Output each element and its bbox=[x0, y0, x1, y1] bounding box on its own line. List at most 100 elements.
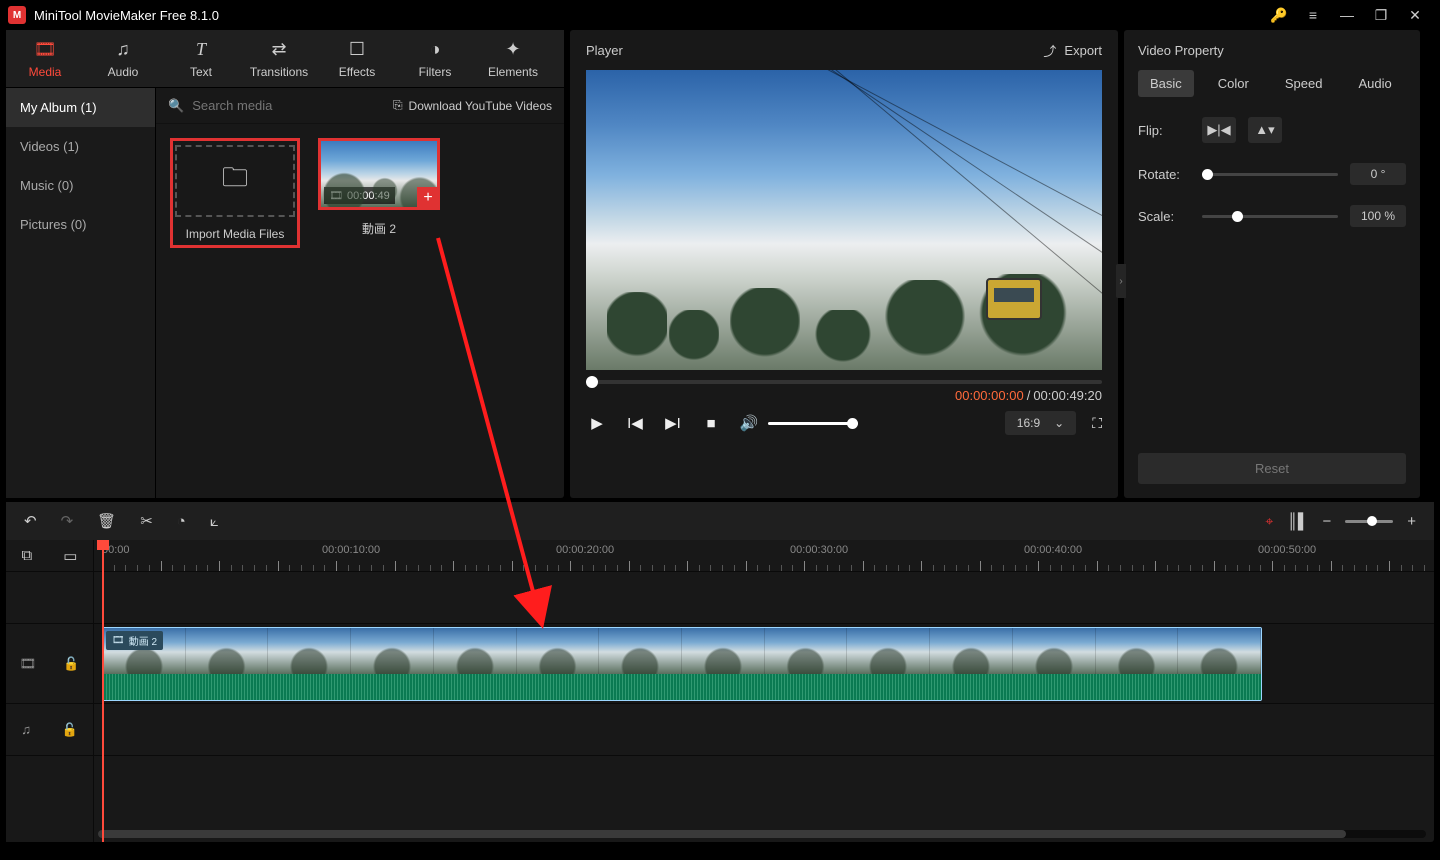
sidebar-item-videos[interactable]: Videos (1) bbox=[6, 127, 155, 166]
preview-viewport[interactable] bbox=[586, 70, 1102, 370]
zoom-in-button[interactable]: + bbox=[1407, 513, 1416, 530]
undo-button[interactable]: ↶ bbox=[24, 512, 37, 530]
properties-header: Video Property bbox=[1124, 30, 1420, 70]
stop-button[interactable]: ■ bbox=[700, 415, 722, 432]
tab-filters[interactable]: ◑ Filters bbox=[396, 30, 474, 87]
play-button[interactable]: ▶ bbox=[586, 414, 608, 432]
download-youtube-link[interactable]: ⎘ Download YouTube Videos bbox=[393, 98, 552, 113]
tab-transitions[interactable]: ⇄ Transitions bbox=[240, 30, 318, 87]
titlebar: M MiniTool MovieMaker Free 8.1.0 🔑 ≡ — ❐… bbox=[0, 0, 1440, 30]
effects-icon: ☐ bbox=[349, 39, 365, 61]
tab-filters-label: Filters bbox=[419, 65, 452, 79]
scale-slider[interactable] bbox=[1202, 215, 1338, 218]
prop-tab-color[interactable]: Color bbox=[1206, 70, 1261, 97]
track-headers: ⧉ ▭ 🎞 🔓 ♫ 🔓 bbox=[6, 540, 94, 842]
music-icon: ♫ bbox=[116, 39, 130, 61]
album-sidebar: My Album (1) Videos (1) Music (0) Pictur… bbox=[6, 88, 156, 498]
tab-transitions-label: Transitions bbox=[250, 65, 308, 79]
tab-media[interactable]: 🎞Media bbox=[6, 30, 84, 87]
prop-tab-audio[interactable]: Audio bbox=[1346, 70, 1403, 97]
tab-effects[interactable]: ☐ Effects bbox=[318, 30, 396, 87]
export-icon: ⤴ bbox=[1043, 41, 1056, 60]
tab-media-label: Media bbox=[29, 65, 62, 79]
redo-button[interactable]: ↷ bbox=[61, 512, 74, 530]
prev-frame-button[interactable]: I◀ bbox=[624, 414, 646, 432]
maximize-button[interactable]: ❐ bbox=[1364, 0, 1398, 30]
prop-tab-speed[interactable]: Speed bbox=[1273, 70, 1335, 97]
filters-icon: ◑ bbox=[430, 39, 441, 61]
crop-button[interactable]: ⟀ bbox=[210, 513, 219, 530]
zoom-out-button[interactable]: − bbox=[1322, 513, 1331, 530]
timeline-toolbar: ↶ ↷ 🗑 ✂ ◔ ⟀ ⌖ ║▌ − + bbox=[6, 502, 1434, 540]
current-time: 00:00:00:00 bbox=[955, 388, 1024, 403]
audio-waveform bbox=[103, 674, 1261, 700]
track-manager-button[interactable]: ▭ bbox=[63, 547, 77, 565]
snap-toggle[interactable]: ⌖ bbox=[1265, 513, 1273, 530]
next-frame-button[interactable]: ▶I bbox=[662, 414, 684, 432]
flip-horizontal-button[interactable]: ▶|◀ bbox=[1202, 117, 1236, 143]
add-track-button[interactable]: ⧉ bbox=[22, 547, 33, 564]
rotate-slider[interactable] bbox=[1202, 173, 1338, 176]
player-controls: ▶ I◀ ▶I ■ 🔊 16:9 ⌄ ⛶ bbox=[570, 403, 1118, 447]
flip-vertical-button[interactable]: ▲▾ bbox=[1248, 117, 1282, 143]
timeline-canvas[interactable]: 00:00 00:00:10:00 00:00:20:00 00:00:30:0… bbox=[94, 540, 1434, 842]
time-ruler[interactable]: 00:00 00:00:10:00 00:00:20:00 00:00:30:0… bbox=[94, 540, 1434, 572]
flip-label: Flip: bbox=[1138, 123, 1190, 138]
timeline-panel: ↶ ↷ 🗑 ✂ ◔ ⟀ ⌖ ║▌ − + ⧉ ▭ 🎞 🔓 ♫ 🔓 bbox=[6, 502, 1434, 842]
add-clip-button[interactable]: + bbox=[417, 187, 439, 209]
app-title: MiniTool MovieMaker Free 8.1.0 bbox=[34, 8, 219, 23]
lock-icon[interactable]: 🔓 bbox=[63, 656, 79, 672]
volume-icon[interactable]: 🔊 bbox=[738, 414, 760, 432]
sidebar-item-my-album[interactable]: My Album (1) bbox=[6, 88, 155, 127]
search-icon: 🔍 bbox=[168, 98, 184, 114]
tab-text-label: Text bbox=[190, 65, 212, 79]
scale-value[interactable]: 100 % bbox=[1350, 205, 1406, 227]
minimize-button[interactable]: — bbox=[1330, 0, 1364, 30]
close-button[interactable]: ✕ bbox=[1398, 0, 1432, 30]
video-track-icon: 🎞 bbox=[20, 656, 37, 672]
lock-icon[interactable]: 🔓 bbox=[62, 722, 78, 738]
rotate-value[interactable]: 0 ° bbox=[1350, 163, 1406, 185]
ruler-marker: 00:00:40:00 bbox=[1024, 544, 1082, 556]
upgrade-key-icon[interactable]: 🔑 bbox=[1262, 0, 1296, 30]
ruler-marker: 00:00:50:00 bbox=[1258, 544, 1316, 556]
tab-elements[interactable]: ✦Elements bbox=[474, 30, 552, 87]
sidebar-item-pictures[interactable]: Pictures (0) bbox=[6, 205, 155, 244]
fullscreen-button[interactable]: ⛶ bbox=[1092, 415, 1102, 432]
prop-tab-basic[interactable]: Basic bbox=[1138, 70, 1194, 97]
media-search-row: 🔍 ⎘ Download YouTube Videos bbox=[156, 88, 564, 124]
media-clip-card[interactable]: 🎞 00:00:49 + bbox=[318, 138, 440, 210]
transitions-icon: ⇄ bbox=[271, 39, 286, 61]
volume-slider[interactable] bbox=[768, 422, 858, 425]
zoom-slider[interactable] bbox=[1345, 520, 1393, 523]
tab-audio[interactable]: ♫Audio bbox=[84, 30, 162, 87]
aspect-ratio-value: 16:9 bbox=[1017, 416, 1040, 430]
tab-elements-label: Elements bbox=[488, 65, 538, 79]
playback-position-slider[interactable] bbox=[586, 380, 1102, 384]
collapse-properties-button[interactable]: › bbox=[1116, 264, 1126, 298]
aspect-ratio-select[interactable]: 16:9 ⌄ bbox=[1005, 411, 1076, 435]
export-button[interactable]: ⤴ Export bbox=[1043, 41, 1102, 60]
timeline-clip[interactable]: 🎞 動画 2 bbox=[102, 627, 1262, 701]
tab-effects-label: Effects bbox=[339, 65, 375, 79]
film-icon: 🎞 bbox=[112, 635, 125, 646]
search-input[interactable] bbox=[192, 98, 385, 113]
timeline-scrollbar[interactable] bbox=[98, 830, 1426, 838]
split-button[interactable]: ✂ bbox=[140, 512, 153, 530]
video-track[interactable]: 🎞 動画 2 bbox=[94, 624, 1434, 704]
reset-button[interactable]: Reset bbox=[1138, 453, 1406, 484]
speed-button[interactable]: ◔ bbox=[177, 513, 186, 530]
clip-duration-badge: 🎞 00:00:49 bbox=[324, 187, 395, 204]
app-logo: M bbox=[8, 6, 26, 24]
cable-car-graphic bbox=[986, 278, 1042, 320]
download-icon: ⎘ bbox=[393, 98, 403, 113]
import-media-card[interactable]: 🗀 Import Media Files bbox=[170, 138, 300, 248]
sidebar-item-music[interactable]: Music (0) bbox=[6, 166, 155, 205]
tab-text[interactable]: TText bbox=[162, 30, 240, 87]
audio-track[interactable] bbox=[94, 704, 1434, 756]
delete-button[interactable]: 🗑 bbox=[97, 512, 116, 530]
clip-name-label: 動画 2 bbox=[362, 220, 396, 237]
properties-panel: › Video Property Basic Color Speed Audio… bbox=[1124, 30, 1420, 498]
marker-button[interactable]: ║▌ bbox=[1287, 513, 1308, 530]
menu-icon[interactable]: ≡ bbox=[1296, 0, 1330, 30]
